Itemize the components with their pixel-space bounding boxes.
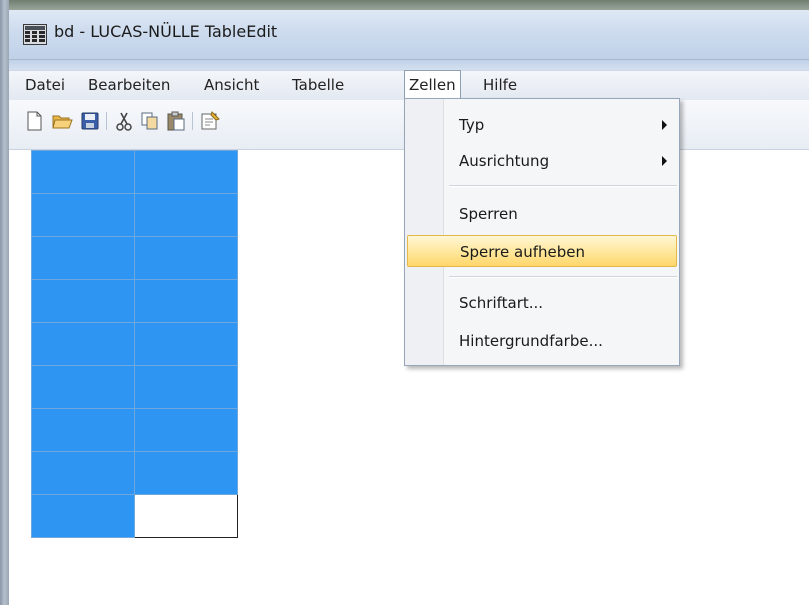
table-cell[interactable]	[134, 236, 238, 280]
table-cell[interactable]	[134, 322, 238, 366]
table-cell[interactable]	[31, 279, 135, 323]
menu-item-label: Ausrichtung	[459, 152, 550, 170]
menu-item-label: Hintergrundfarbe...	[459, 332, 603, 350]
cell-grid	[31, 150, 238, 538]
title-bar-frame	[9, 60, 809, 70]
toolbar-separator	[192, 112, 193, 130]
table-cell[interactable]	[134, 193, 238, 237]
table-cell-selected[interactable]	[134, 494, 238, 538]
submenu-arrow-icon	[662, 156, 667, 166]
menu-item-ausrichtung[interactable]: Ausrichtung	[407, 145, 677, 177]
submenu-arrow-icon	[662, 120, 667, 130]
menu-hilfe[interactable]: Hilfe	[479, 71, 521, 99]
menu-separator	[449, 185, 677, 187]
zellen-dropdown-menu: Typ Ausrichtung Sperren Sperre aufheben …	[404, 98, 680, 366]
table-cell[interactable]	[31, 451, 135, 495]
menu-tabelle[interactable]: Tabelle	[288, 71, 348, 99]
table-cell[interactable]	[134, 365, 238, 409]
cut-icon[interactable]	[113, 110, 135, 132]
menu-separator	[449, 276, 677, 278]
menu-bearbeiten[interactable]: Bearbeiten	[84, 71, 174, 99]
new-document-icon[interactable]	[23, 110, 45, 132]
window-title: bd - LUCAS-NÜLLE TableEdit	[54, 22, 278, 41]
menu-item-label: Sperre aufheben	[460, 243, 585, 261]
table-cell[interactable]	[31, 322, 135, 366]
table-cell[interactable]	[31, 365, 135, 409]
table-cell[interactable]	[134, 408, 238, 452]
copy-icon[interactable]	[139, 110, 161, 132]
table-cell[interactable]	[134, 150, 238, 194]
table-cell[interactable]	[31, 494, 135, 538]
menu-item-sperren[interactable]: Sperren	[407, 198, 677, 230]
table-cell[interactable]	[31, 236, 135, 280]
properties-icon[interactable]	[199, 110, 221, 132]
menu-item-label: Schriftart...	[459, 294, 544, 312]
menu-item-schriftart[interactable]: Schriftart...	[407, 287, 677, 319]
table-cell[interactable]	[134, 451, 238, 495]
table-edit-app-icon	[23, 24, 47, 45]
table-cell[interactable]	[31, 193, 135, 237]
menu-item-label: Sperren	[459, 205, 518, 223]
table-cell[interactable]	[134, 279, 238, 323]
desktop-background	[0, 0, 809, 10]
desktop-edge	[0, 0, 9, 605]
menu-bar: Datei Bearbeiten Ansicht Tabelle Zellen …	[9, 70, 809, 100]
menu-item-sperre-aufheben[interactable]: Sperre aufheben	[407, 235, 677, 267]
menu-item-label: Typ	[459, 116, 485, 134]
menu-item-hintergrundfarbe[interactable]: Hintergrundfarbe...	[407, 325, 677, 357]
menu-datei[interactable]: Datei	[21, 71, 69, 99]
table-cell[interactable]	[31, 150, 135, 194]
menu-zellen[interactable]: Zellen	[404, 70, 461, 100]
menu-item-typ[interactable]: Typ	[407, 109, 677, 141]
open-folder-icon[interactable]	[51, 110, 73, 132]
table-cell[interactable]	[31, 408, 135, 452]
title-bar[interactable]: bd - LUCAS-NÜLLE TableEdit	[9, 10, 809, 60]
paste-icon[interactable]	[165, 110, 187, 132]
save-icon[interactable]	[79, 110, 101, 132]
menu-ansicht[interactable]: Ansicht	[200, 71, 263, 99]
toolbar-separator	[106, 112, 107, 130]
